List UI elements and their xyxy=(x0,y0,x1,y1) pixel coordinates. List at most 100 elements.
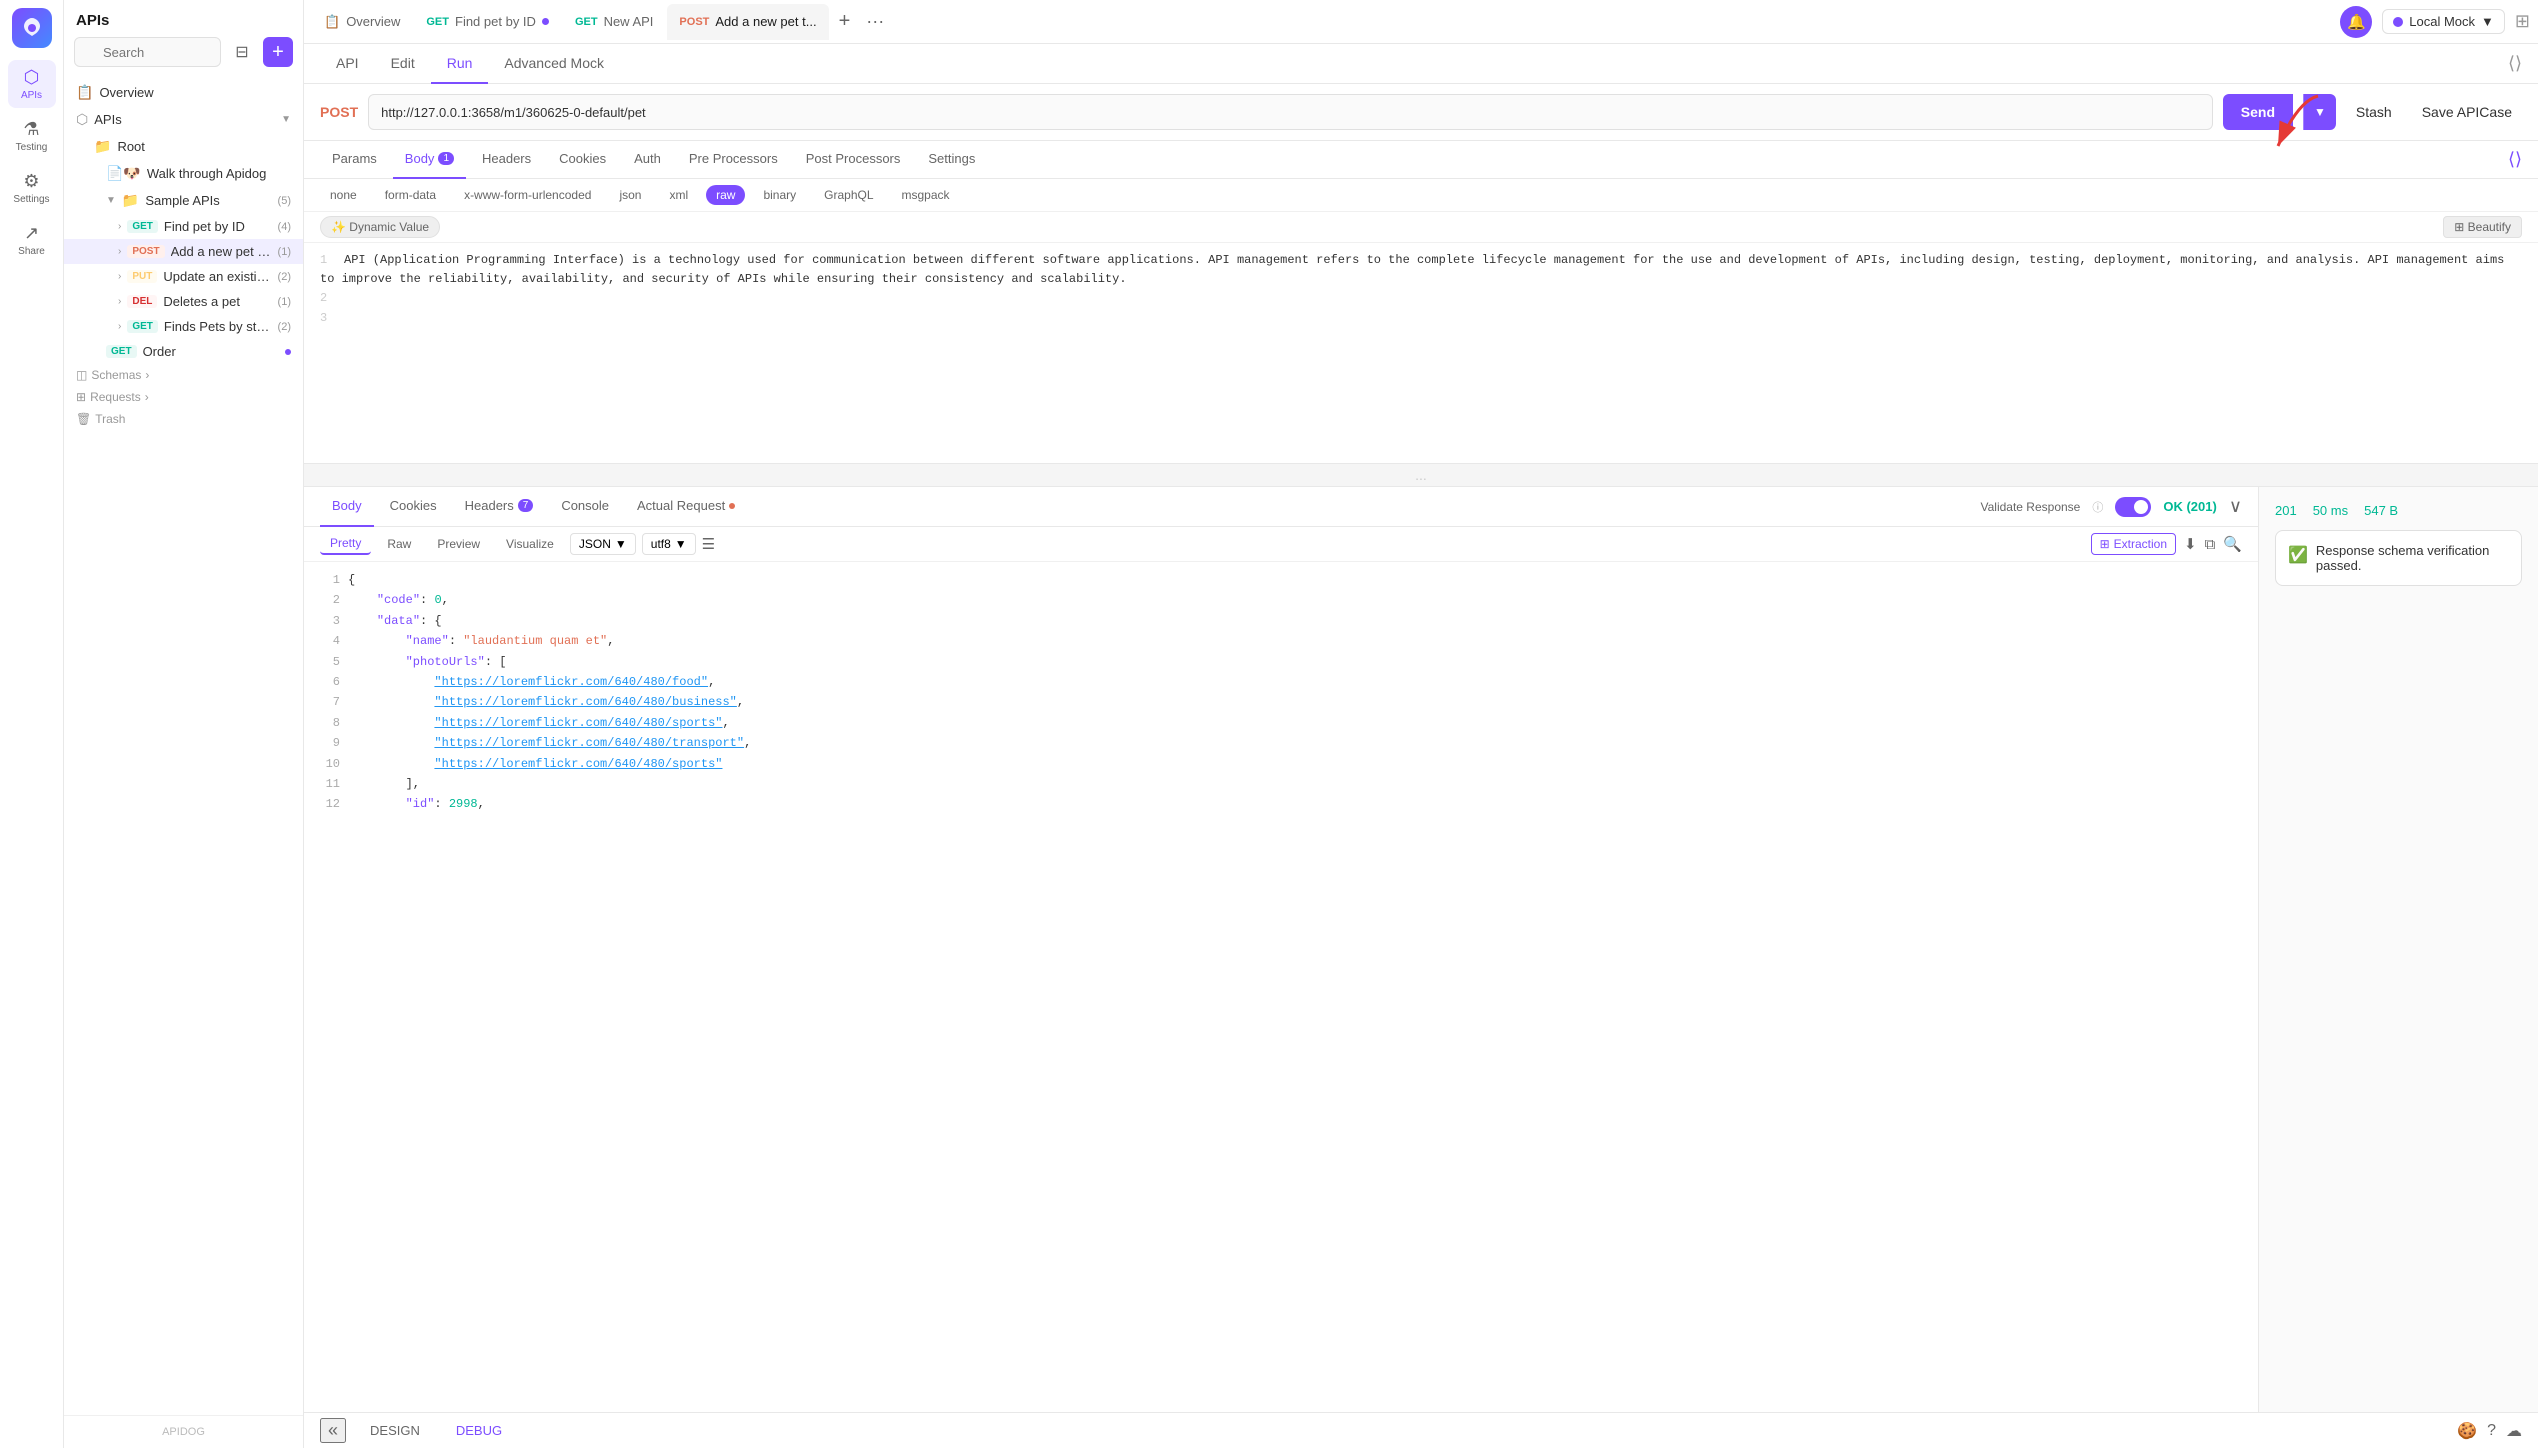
tree-item-finds-pets[interactable]: › GET Finds Pets by status (2) xyxy=(64,314,303,339)
sub-tab-api[interactable]: API xyxy=(320,44,375,84)
resp-fmt-preview[interactable]: Preview xyxy=(427,534,490,554)
send-button[interactable]: Send xyxy=(2223,94,2293,130)
resp-tab-console[interactable]: Console xyxy=(549,487,621,527)
send-dropdown-button[interactable]: ▼ xyxy=(2303,94,2336,130)
sub-tab-edit[interactable]: Edit xyxy=(375,44,431,84)
beautify-button[interactable]: ⊞ Beautify xyxy=(2443,216,2522,238)
sub-tab-run[interactable]: Run xyxy=(431,44,489,84)
resp-fmt-visualize[interactable]: Visualize xyxy=(496,534,564,554)
body-type-form-data[interactable]: form-data xyxy=(375,185,446,205)
req-tab-cookies[interactable]: Cookies xyxy=(547,141,618,179)
sidebar-title: APIs xyxy=(64,0,303,37)
search-input[interactable] xyxy=(74,37,221,67)
search-wrap: 🔍 xyxy=(74,37,221,67)
body-type-json[interactable]: json xyxy=(609,185,651,205)
cloud-icon[interactable]: ☁ xyxy=(2506,1421,2522,1441)
code-editor[interactable]: 1API (Application Programming Interface)… xyxy=(304,243,2538,463)
json-selector[interactable]: JSON ▼ xyxy=(570,533,636,555)
resp-headers-label: Headers xyxy=(465,498,514,513)
settings-label: Settings xyxy=(928,151,975,166)
tab-post-add-pet[interactable]: POST Add a new pet t... xyxy=(667,4,828,40)
help-icon[interactable]: ? xyxy=(2487,1422,2496,1440)
schemas-icon: ◫ xyxy=(76,368,87,382)
env-dot xyxy=(2393,17,2403,27)
filter-lines-icon[interactable]: ☰ xyxy=(702,535,715,553)
tree-item-deletes-pet[interactable]: › DEL Deletes a pet (1) xyxy=(64,289,303,314)
tree-item-update-pet[interactable]: › PUT Update an existing pet (2) xyxy=(64,264,303,289)
tree-item-order[interactable]: GET Order xyxy=(64,339,303,364)
tree-item-overview[interactable]: 📋 Overview xyxy=(64,79,303,106)
sidebar-item-settings[interactable]: ⚙ Settings xyxy=(8,164,56,212)
cookies-icon[interactable]: 🍪 xyxy=(2457,1421,2477,1441)
resp-tab-actual-request[interactable]: Actual Request xyxy=(625,487,747,527)
req-tab-auth[interactable]: Auth xyxy=(622,141,673,179)
tab-overview[interactable]: 📋 Overview xyxy=(312,4,412,40)
resp-tab-cookies[interactable]: Cookies xyxy=(378,487,449,527)
req-tab-body[interactable]: Body 1 xyxy=(393,141,466,179)
tab-add-button[interactable]: + xyxy=(831,10,859,33)
sidebar-item-apis[interactable]: ⬡ APIs xyxy=(8,60,56,108)
sidebar-item-share[interactable]: ↗ Share xyxy=(8,216,56,264)
url-input[interactable] xyxy=(368,94,2213,130)
drag-separator[interactable]: ... xyxy=(304,463,2538,487)
tree-item-apis[interactable]: ⬡ APIs ▼ xyxy=(64,106,303,133)
design-button[interactable]: DESIGN xyxy=(358,1419,432,1442)
app-logo[interactable] xyxy=(12,8,52,48)
resp-fmt-pretty[interactable]: Pretty xyxy=(320,533,371,555)
req-tab-headers[interactable]: Headers xyxy=(470,141,543,179)
stash-button[interactable]: Stash xyxy=(2346,94,2402,130)
filter-button[interactable]: ⊟ xyxy=(227,37,257,67)
trash-icon: 🗑 xyxy=(76,412,91,426)
nav-back-button[interactable]: « xyxy=(320,1418,346,1443)
code-toolbar: ✨ Dynamic Value ⊞ Beautify xyxy=(304,212,2538,243)
body-type-xml[interactable]: xml xyxy=(659,185,698,205)
body-type-binary[interactable]: binary xyxy=(753,185,806,205)
tree-item-walkthrough[interactable]: 📄🐶 Walk through Apidog xyxy=(64,160,303,187)
sidebar-section-schemas[interactable]: ◫ Schemas › xyxy=(64,364,303,386)
req-tab-pre-processors[interactable]: Pre Processors xyxy=(677,141,790,179)
env-selector[interactable]: Local Mock ▼ xyxy=(2382,9,2505,34)
resp-expand-icon[interactable]: ∨ xyxy=(2229,496,2242,517)
body-label: Body xyxy=(405,151,435,166)
tab-more-button[interactable]: ··· xyxy=(860,11,890,32)
search-resp-icon[interactable]: 🔍 xyxy=(2223,535,2242,553)
body-type-msgpack[interactable]: msgpack xyxy=(892,185,960,205)
resp-actual-request-label: Actual Request xyxy=(637,498,725,513)
debug-button[interactable]: DEBUG xyxy=(444,1419,514,1442)
sidebar-item-testing[interactable]: ⚗ Testing xyxy=(8,112,56,160)
overview-icon: 📋 xyxy=(76,84,93,101)
copy-icon[interactable]: ⧉ xyxy=(2205,536,2216,553)
body-type-x-www-form-urlencoded[interactable]: x-www-form-urlencoded xyxy=(454,185,601,205)
notification-icon[interactable]: 🔔 xyxy=(2340,6,2372,38)
resp-tab-body[interactable]: Body xyxy=(320,487,374,527)
tab-get-find-pet[interactable]: GET Find pet by ID xyxy=(414,4,561,40)
download-icon[interactable]: ⬇ xyxy=(2184,535,2197,553)
add-button[interactable]: + xyxy=(263,37,293,67)
sidebar-section-requests[interactable]: ⊞ Requests › xyxy=(64,386,303,408)
sub-tab-edit-label: Edit xyxy=(391,55,415,71)
req-tab-post-processors[interactable]: Post Processors xyxy=(794,141,913,179)
window-expand-icon[interactable]: ⊞ xyxy=(2515,11,2530,32)
resp-fmt-raw[interactable]: Raw xyxy=(377,534,421,554)
resp-tab-headers[interactable]: Headers 7 xyxy=(453,487,546,527)
expand-code-icon[interactable]: ⟨⟩ xyxy=(2508,149,2522,170)
sub-tab-advanced-mock[interactable]: Advanced Mock xyxy=(488,44,620,84)
req-tab-params[interactable]: Params xyxy=(320,141,389,179)
encoding-selector[interactable]: utf8 ▼ xyxy=(642,533,696,555)
tree-item-root[interactable]: 📁 Root xyxy=(64,133,303,160)
validate-toggle[interactable] xyxy=(2115,497,2151,517)
extraction-button[interactable]: ⊞ Extraction xyxy=(2091,533,2176,555)
get-new-api-method: GET xyxy=(575,16,598,28)
body-type-raw[interactable]: raw xyxy=(706,185,745,205)
sample-apis-label: Sample APIs xyxy=(145,193,271,208)
req-tab-settings[interactable]: Settings xyxy=(916,141,987,179)
tree-item-add-pet[interactable]: › POST Add a new pet to the store (1) xyxy=(64,239,303,264)
tab-get-new-api[interactable]: GET New API xyxy=(563,4,665,40)
body-type-graphql[interactable]: GraphQL xyxy=(814,185,883,205)
dynamic-value-button[interactable]: ✨ Dynamic Value xyxy=(320,216,440,238)
tree-item-sample-apis[interactable]: ▼ 📁 Sample APIs (5) xyxy=(64,187,303,214)
save-apicase-button[interactable]: Save APICase xyxy=(2412,94,2522,130)
body-type-none[interactable]: none xyxy=(320,185,367,205)
tree-item-find-pet[interactable]: › GET Find pet by ID (4) xyxy=(64,214,303,239)
sidebar-section-trash[interactable]: 🗑 Trash xyxy=(64,408,303,430)
